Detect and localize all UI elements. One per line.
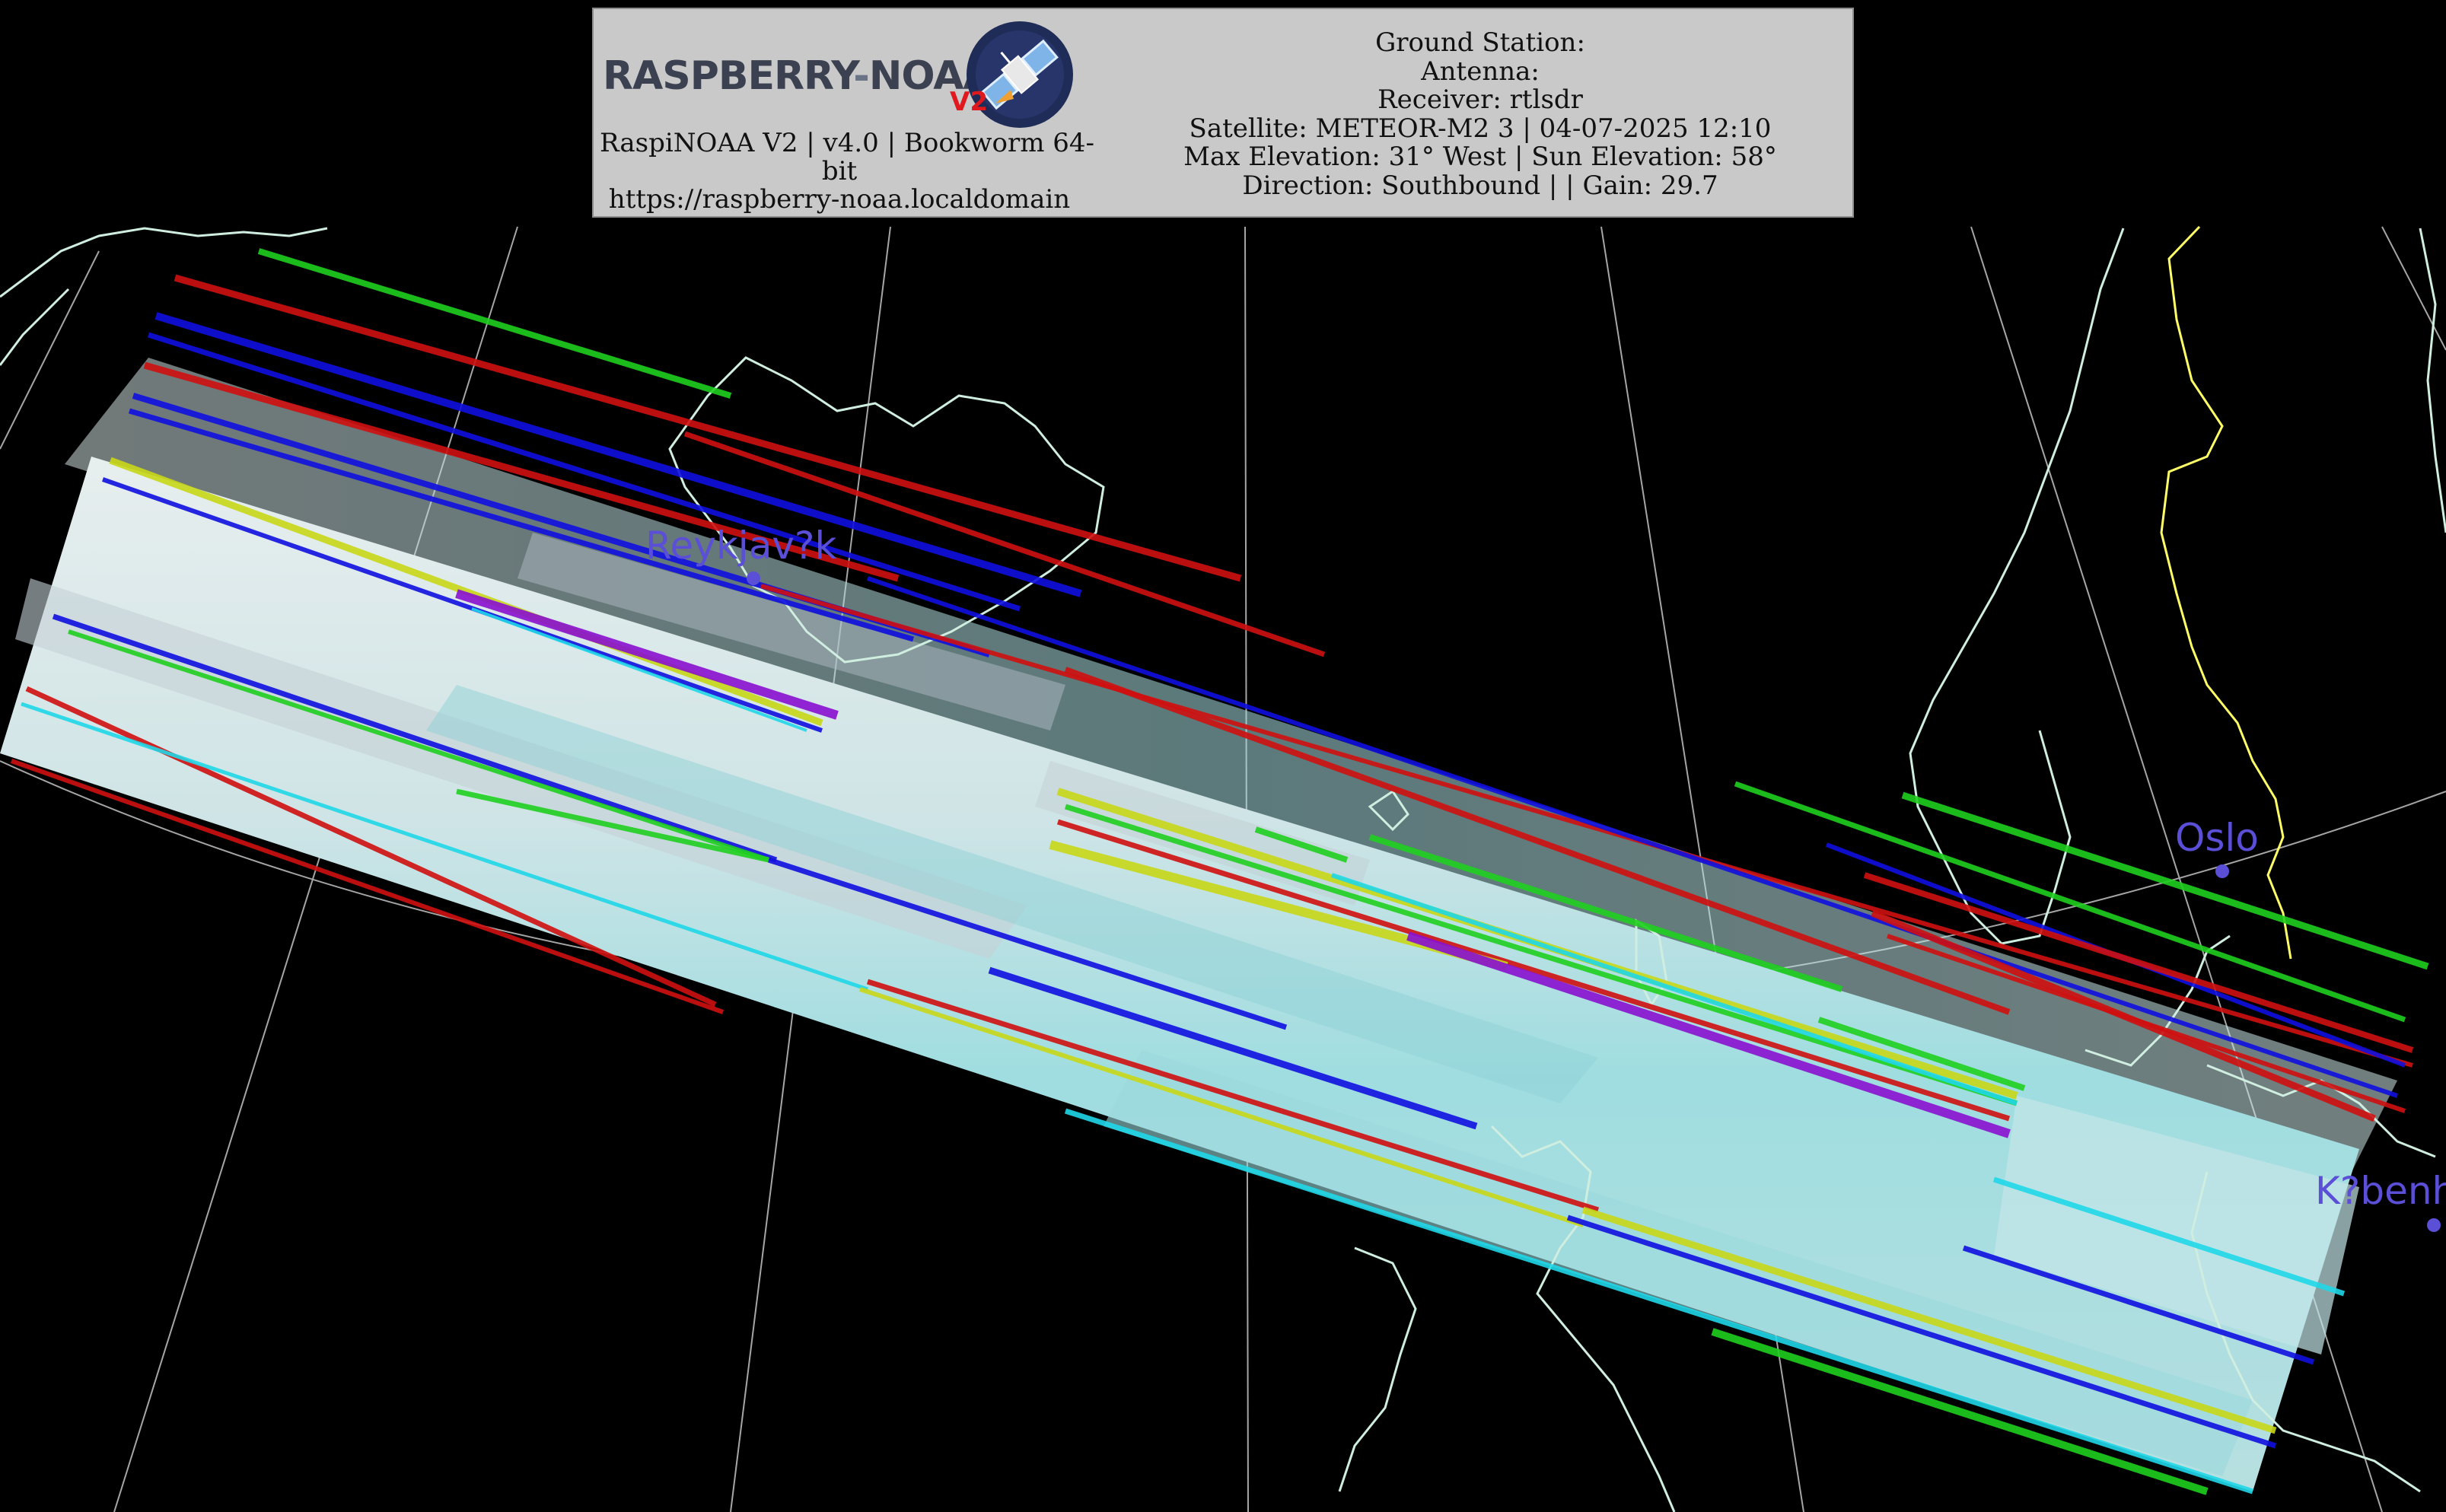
elevation-info: Max Elevation: 31° West | Sun Elevation:… [1183,142,1777,173]
software-info: RaspiNOAA V2 | v4.0 | Bookworm 64- bit h… [600,128,1095,215]
ground-station: Ground Station: [1375,27,1585,58]
city-marker-kobenhavn [2427,1218,2441,1232]
city-label-oslo: Oslo [2175,816,2259,860]
city-label-kobenhavn: K?benhavn [2315,1169,2446,1213]
software-version-cont: bit [821,156,858,186]
map-scene [0,225,2446,1512]
version-badge: V2 [950,87,988,117]
station-url: https://raspberry-noaa.localdomain [608,184,1071,215]
software-version: RaspiNOAA V2 | v4.0 | Bookworm 64- [600,128,1095,158]
city-label-reykjavik: Reykjav?k [645,524,837,568]
receiver: Receiver: rtlsdr [1377,84,1583,116]
satellite-image: Reykjav?k Oslo K?benhavn RASPBERRY-NOAA … [0,0,2446,1512]
direction-gain: Direction: Southbound | | Gain: 29.7 [1242,170,1718,201]
logo-wordmark: RASPBERRY-NOAA [603,53,994,99]
raspberry-noaa-logo: RASPBERRY-NOAA V2 [600,14,1087,129]
satellite-pass: Satellite: METEOR-M2 3 | 04-07-2025 12:1… [1189,113,1772,144]
pass-info-banner: RASPBERRY-NOAA V2 RaspiNOAA V2 | v4.0 | … [592,8,1854,218]
antenna: Antenna: [1421,56,1540,87]
pass-details: Ground Station: Antenna: Receiver: rtlsd… [1111,27,1849,201]
city-marker-reykjavik [747,571,760,585]
city-marker-oslo [2215,864,2229,878]
